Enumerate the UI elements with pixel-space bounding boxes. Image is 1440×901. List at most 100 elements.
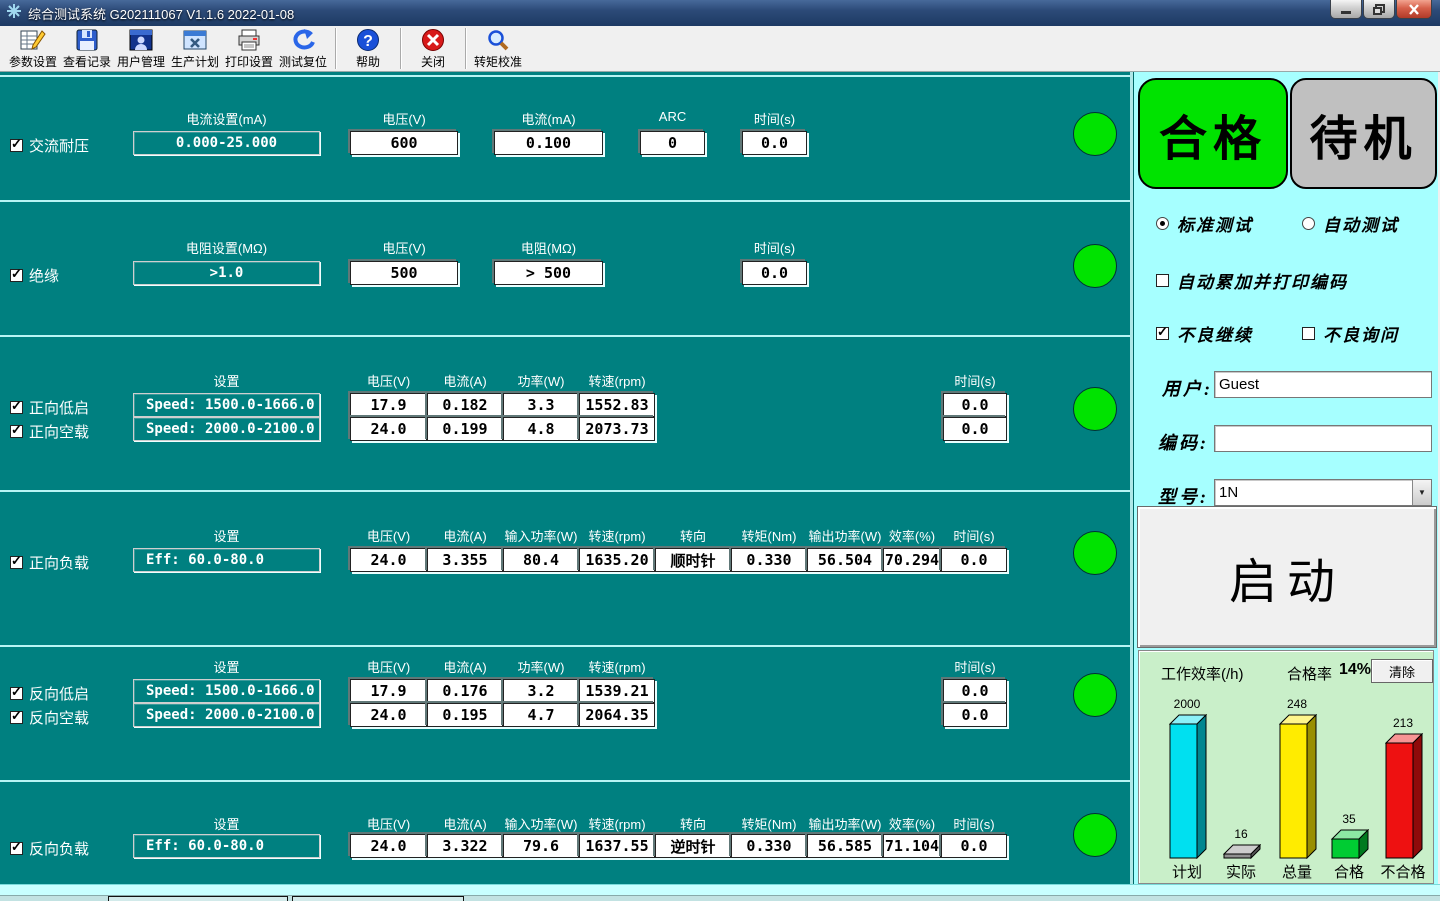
value-box: 2064.35 (579, 703, 655, 727)
close-app-button[interactable]: 关闭 (406, 26, 460, 71)
checkbox-box[interactable]: ✓ (10, 556, 23, 569)
value-box: 0.199 (427, 417, 503, 441)
bar-value-label: 213 (1373, 716, 1433, 730)
test-item-label: 绝缘 (29, 265, 59, 286)
test-item-checkbox[interactable]: ✓交流耐压 (10, 135, 89, 156)
test-item-label: 正向负载 (29, 552, 89, 573)
test-item-checkbox[interactable]: ✓正向空载 (10, 421, 89, 442)
user-input[interactable] (1214, 371, 1432, 398)
minimize-button[interactable] (1330, 0, 1362, 19)
bar-value-label: 248 (1267, 697, 1327, 711)
status-light (1073, 531, 1117, 575)
svg-text:?: ? (363, 33, 373, 50)
param-settings-button[interactable]: 参数设置 (6, 26, 60, 71)
test-reset-button[interactable]: 测试复位 (276, 26, 330, 71)
checkbox-fail-ask[interactable]: 不良询问 (1302, 321, 1399, 346)
column-header: 转向 (680, 526, 706, 545)
column-header: 时间(s) (954, 371, 995, 390)
close-button[interactable] (1396, 0, 1432, 19)
checkbox-fail-ask-box[interactable] (1302, 327, 1315, 340)
model-select[interactable]: 1N ▼ (1214, 479, 1432, 506)
value-box: 0.195 (427, 703, 503, 727)
start-button[interactable]: 启动 (1137, 506, 1437, 648)
maximize-button[interactable] (1363, 0, 1395, 19)
test-section: 设置Speed: 1500.0-1666.0Speed: 2000.0-2100… (0, 335, 1130, 490)
radio-auto-test-circle[interactable] (1302, 217, 1315, 230)
torque-calibration-button[interactable]: 转矩校准 (471, 26, 525, 71)
user-management-button[interactable]: 用户管理 (114, 26, 168, 71)
test-item-checkbox[interactable]: ✓正向低启 (10, 397, 89, 418)
value-box: 4.7 (503, 703, 579, 727)
column-header: 效率(%) (889, 526, 935, 545)
column-header: 电压(V) (367, 657, 410, 676)
test-item-checkbox[interactable]: ✓ 反向空载 (10, 707, 89, 728)
checkbox-fail-continue-box[interactable]: ✓ (1156, 327, 1169, 340)
column-header: 电流设置(mA) (186, 109, 266, 128)
column-header: 功率(W) (518, 371, 565, 390)
clear-button[interactable]: 清除 (1371, 659, 1433, 683)
content: 电流设置(mA)0.000-25.000电压(V)600电流(mA)0.100A… (0, 72, 1440, 884)
column-header: 转速(rpm) (588, 657, 645, 676)
radio-standard-test-circle[interactable] (1156, 217, 1169, 230)
radio-standard-test[interactable]: 标准测试 (1156, 211, 1253, 236)
column-header: 时间(s) (953, 814, 994, 833)
column-header: 转速(rpm) (588, 526, 645, 545)
toolbar-button-label: 关闭 (421, 53, 445, 70)
checkbox-box[interactable]: ✓ (10, 711, 23, 724)
value-box: 3.3 (503, 393, 579, 417)
value-box: 3.322 (427, 834, 503, 858)
test-item-checkbox[interactable]: ✓ 绝缘 (10, 265, 59, 286)
production-plan-button[interactable]: 生产计划 (168, 26, 222, 71)
chart-bar (1385, 733, 1423, 864)
help-button[interactable]: ? 帮助 (341, 26, 395, 71)
column-header: 电流(A) (443, 814, 486, 833)
toolbar-button-label: 帮助 (356, 53, 380, 70)
standby-status-display: 待机 (1290, 78, 1437, 189)
test-item-label: 反向空载 (29, 707, 89, 728)
chevron-down-icon[interactable]: ▼ (1412, 480, 1431, 505)
value-box: 79.6 (503, 834, 579, 858)
column-header: 电压(V) (382, 238, 425, 257)
test-section: 电流设置(mA)0.000-25.000电压(V)600电流(mA)0.100A… (0, 75, 1130, 200)
checkbox-box[interactable]: ✓ (10, 842, 23, 855)
column-header: 电流(A) (443, 657, 486, 676)
checkbox-box[interactable]: ✓ (10, 425, 23, 438)
value-box: 0.176 (427, 679, 503, 703)
floppy-disk-icon (75, 27, 99, 53)
column-header: 电压(V) (367, 814, 410, 833)
value-box: 17.9 (350, 679, 427, 703)
value-box: 1539.21 (579, 679, 655, 703)
printer-icon (237, 27, 261, 53)
value-box: 2073.73 (579, 417, 655, 441)
bar-value-label: 2000 (1157, 697, 1217, 711)
value-box: 1637.55 (579, 834, 655, 858)
test-item-label: 反向低启 (29, 683, 89, 704)
bar-category-label: 不合格 (1368, 861, 1438, 882)
checkbox-fail-continue[interactable]: ✓ 不良继续 (1156, 321, 1253, 346)
column-header: 输出功率(W) (809, 814, 882, 833)
checkbox-fail-continue-label: 不良继续 (1177, 321, 1253, 346)
test-item-checkbox[interactable]: ✓ 反向低启 (10, 683, 89, 704)
print-settings-button[interactable]: 打印设置 (222, 26, 276, 71)
setting-box: 0.000-25.000 (133, 131, 320, 155)
checkbox-autoprint-box[interactable] (1156, 274, 1169, 287)
checkbox-box[interactable]: ✓ (10, 401, 23, 414)
toolbar-button-label: 查看记录 (63, 53, 111, 70)
value-box: 0.0 (943, 417, 1007, 441)
checkbox-box[interactable]: ✓ (10, 687, 23, 700)
test-item-checkbox[interactable]: ✓ 正向负载 (10, 552, 89, 573)
test-item-checkbox[interactable]: ✓反向负载 (10, 838, 89, 859)
column-header: 输入功率(W) (505, 814, 578, 833)
view-records-button[interactable]: 查看记录 (60, 26, 114, 71)
checkbox-box[interactable]: ✓ (10, 269, 23, 282)
code-input[interactable] (1214, 425, 1432, 452)
value-box: 0.0 (742, 131, 807, 155)
chart-bar (1279, 714, 1317, 864)
checkbox-box[interactable]: ✓ (10, 139, 23, 152)
column-header: 时间(s) (754, 109, 795, 128)
checkbox-autoprint[interactable]: 自动累加并打印编码 (1156, 268, 1348, 293)
chart-bar (1331, 829, 1369, 864)
value-box: 17.9 (350, 393, 427, 417)
radio-auto-test[interactable]: 自动测试 (1302, 211, 1399, 236)
help-circle-icon: ? (356, 27, 380, 53)
